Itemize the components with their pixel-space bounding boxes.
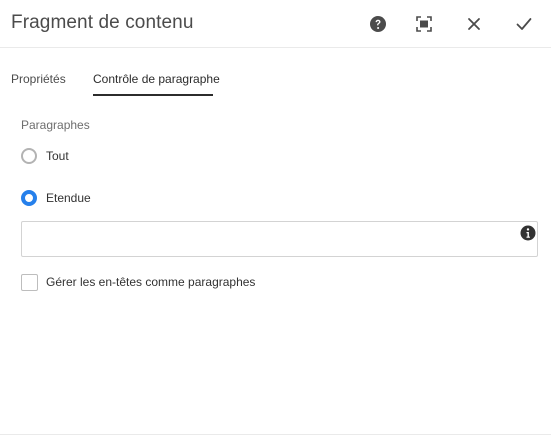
radio-range-label: Etendue <box>46 191 91 205</box>
paragraphs-section-label: Paragraphes <box>21 118 90 132</box>
radio-all-circle[interactable] <box>21 148 37 164</box>
radio-all[interactable]: Tout <box>21 147 69 165</box>
radio-all-label: Tout <box>46 149 69 163</box>
range-field <box>21 221 538 257</box>
info-icon[interactable] <box>520 225 536 241</box>
range-input[interactable] <box>22 222 537 256</box>
headings-as-paragraphs-label: Gérer les en-têtes comme paragraphes <box>46 275 256 289</box>
help-button[interactable] <box>366 12 390 36</box>
fullscreen-button[interactable] <box>412 12 436 36</box>
footer-divider <box>0 434 551 435</box>
headings-as-paragraphs-option[interactable]: Gérer les en-têtes comme paragraphes <box>21 273 255 291</box>
content-fragment-dialog: Fragment de contenu Propriétés Contrôle … <box>0 0 551 436</box>
checkmark-icon <box>516 17 532 31</box>
tab-list: Propriétés Contrôle de paragraphe <box>0 60 551 100</box>
active-tab-indicator <box>93 94 213 96</box>
confirm-button[interactable] <box>512 12 536 36</box>
dialog-header: Fragment de contenu <box>0 0 551 48</box>
tab-paragraph-control[interactable]: Contrôle de paragraphe <box>93 72 220 86</box>
headings-as-paragraphs-checkbox[interactable] <box>21 273 38 291</box>
tab-properties[interactable]: Propriétés <box>11 72 66 86</box>
fullscreen-icon <box>415 15 433 33</box>
dialog-title: Fragment de contenu <box>11 12 194 33</box>
close-button[interactable] <box>462 12 486 36</box>
close-icon <box>467 17 481 31</box>
radio-range-circle[interactable] <box>21 190 37 206</box>
help-icon <box>369 15 387 33</box>
radio-range[interactable]: Etendue <box>21 189 91 207</box>
